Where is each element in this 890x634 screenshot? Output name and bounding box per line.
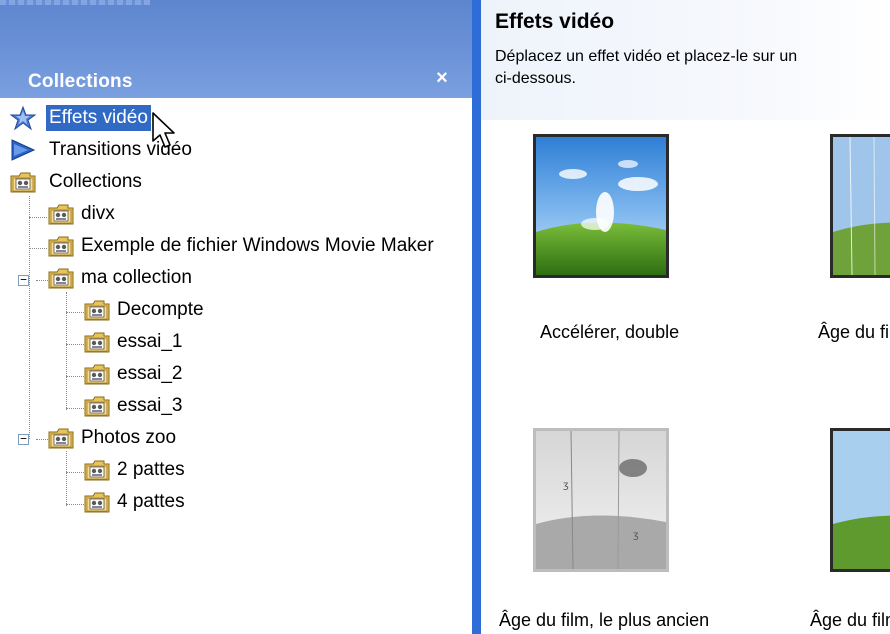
tree-line [66, 292, 67, 410]
effects-description-line: Déplacez un effet vidéo et placez-le sur… [495, 48, 798, 65]
effect-thumbnail-age-du-film[interactable] [830, 134, 890, 278]
header-decoration [0, 0, 150, 5]
collections-tree: − − Effets vidéo Transitions vidéo Colle… [0, 98, 472, 634]
collection-folder-icon [84, 458, 110, 482]
tree-item-label: 4 pattes [117, 491, 185, 512]
collections-panel: Collections × − − Effets vidéo Transitio… [0, 0, 476, 634]
tree-line [29, 196, 30, 439]
tree-item-label: Decompte [117, 299, 204, 320]
effects-header: Effets vidéo Déplacez un effet vidéo et … [481, 0, 890, 120]
collections-header: Collections × [0, 0, 476, 98]
tree-item-exemple[interactable]: Exemple de fichier Windows Movie Maker [48, 231, 437, 261]
tree-item-label: essai_1 [117, 331, 183, 352]
tree-line [66, 472, 84, 473]
close-icon[interactable]: × [430, 66, 454, 90]
tree-line [66, 408, 84, 409]
tree-line [66, 312, 84, 313]
tree-item-label: Effets vidéo [46, 105, 151, 131]
tree-item-label: divx [81, 203, 115, 224]
effect-label: Accélérer, double [540, 322, 680, 342]
tree-item-essai-3[interactable]: essai_3 [84, 391, 186, 421]
collection-folder-icon [48, 202, 74, 226]
tree-item-4-pattes[interactable]: 4 pattes [84, 487, 188, 517]
tree-line [66, 344, 84, 345]
svg-text:ʒ: ʒ [563, 480, 569, 491]
effect-thumbnail-age-du-film-2[interactable] [830, 428, 890, 572]
panel-splitter[interactable] [472, 0, 481, 634]
effects-description: Déplacez un effet vidéo et placez-le sur… [495, 46, 890, 90]
tree-item-effets-video[interactable]: Effets vidéo [10, 103, 151, 133]
tree-item-essai-1[interactable]: essai_1 [84, 327, 186, 357]
collapse-toggle-photos-zoo[interactable]: − [18, 433, 29, 445]
tree-item-label: 2 pattes [117, 459, 185, 480]
collection-folder-icon [84, 394, 110, 418]
tree-item-label: Exemple de fichier Windows Movie Maker [81, 235, 434, 256]
tree-item-ma-collection[interactable]: ma collection [48, 263, 195, 293]
collection-folder-icon [48, 266, 74, 290]
effects-title: Effets vidéo [495, 10, 615, 33]
effect-label: Âge du film [818, 322, 890, 342]
tree-line [36, 280, 48, 281]
tree-item-collections[interactable]: Collections [10, 167, 145, 197]
tree-line [66, 376, 84, 377]
collection-folder-icon [84, 362, 110, 386]
tree-item-decompte[interactable]: Decompte [84, 295, 207, 325]
tree-line [66, 504, 84, 505]
tree-line [36, 439, 48, 440]
effect-thumbnail-accelerer-double[interactable] [533, 134, 669, 278]
effect-label: Âge du film, le plus ancien [499, 610, 710, 630]
star-icon [10, 105, 36, 131]
tree-item-label: Photos zoo [81, 427, 177, 448]
collection-folder-icon [84, 298, 110, 322]
collection-folder-icon [48, 426, 74, 450]
tree-item-label: essai_3 [117, 395, 183, 416]
collection-folder-icon [84, 330, 110, 354]
mouse-cursor-icon [152, 112, 175, 148]
tree-item-photos-zoo[interactable]: Photos zoo [48, 423, 179, 453]
collection-folder-icon [10, 170, 36, 194]
effects-description-line: ci-dessous. [495, 70, 576, 87]
collections-title: Collections [28, 71, 133, 92]
tree-item-2-pattes[interactable]: 2 pattes [84, 455, 188, 485]
collapse-toggle-ma-collection[interactable]: − [18, 274, 29, 286]
tree-item-divx[interactable]: divx [48, 199, 118, 229]
tree-item-essai-2[interactable]: essai_2 [84, 359, 186, 389]
effect-thumbnail-age-du-film-ancien[interactable]: ʒ ʒ [533, 428, 669, 572]
collection-folder-icon [48, 234, 74, 258]
tree-item-label: ma collection [81, 267, 192, 288]
effects-panel: Effets vidéo Déplacez un effet vidéo et … [481, 0, 890, 634]
tree-item-label: Collections [49, 171, 142, 192]
tree-item-label: essai_2 [117, 363, 183, 384]
tree-line [66, 451, 67, 506]
collection-folder-icon [84, 490, 110, 514]
tree-line [29, 248, 47, 249]
transition-arrow-icon [11, 139, 36, 161]
tree-line [29, 217, 47, 218]
svg-text:ʒ: ʒ [633, 530, 639, 541]
effect-label: Âge du film [810, 610, 890, 630]
